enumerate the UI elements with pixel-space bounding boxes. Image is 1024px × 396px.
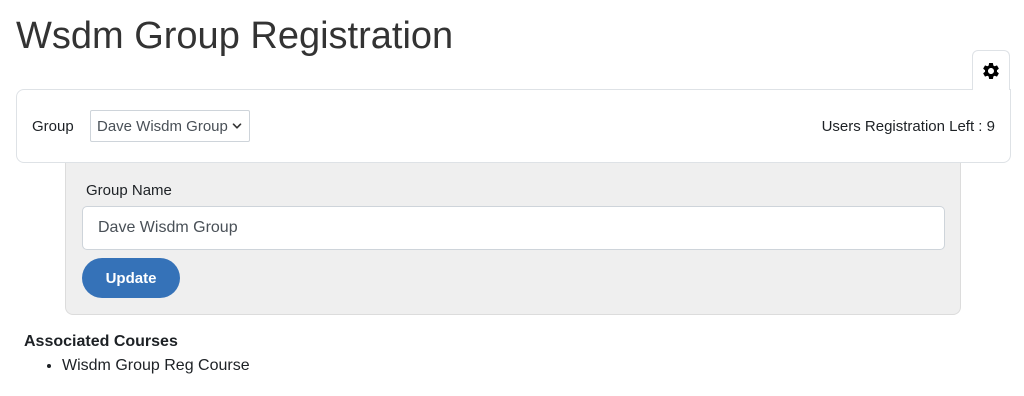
- group-edit-panel: Group Name Update: [65, 150, 961, 315]
- gear-icon: [981, 61, 1001, 81]
- group-name-input[interactable]: [82, 206, 945, 250]
- group-select[interactable]: Dave Wisdm Group: [90, 110, 250, 142]
- list-item: Wisdm Group Reg Course: [62, 355, 250, 377]
- associated-courses-heading: Associated Courses: [24, 333, 178, 350]
- settings-button[interactable]: [972, 50, 1010, 90]
- chevron-down-icon: [232, 121, 242, 131]
- group-selector-card: Group Dave Wisdm Group Users Registratio…: [16, 89, 1011, 163]
- group-select-value: Dave Wisdm Group: [97, 117, 228, 135]
- page: Wsdm Group Registration Group Dave Wisdm…: [0, 0, 1024, 396]
- users-registration-left: Users Registration Left : 9: [821, 118, 995, 135]
- group-name-label: Group Name: [86, 182, 172, 199]
- group-label: Group: [32, 118, 74, 135]
- update-button[interactable]: Update: [82, 258, 180, 298]
- course-list: Wisdm Group Reg Course: [24, 355, 250, 377]
- page-title: Wsdm Group Registration: [16, 15, 454, 57]
